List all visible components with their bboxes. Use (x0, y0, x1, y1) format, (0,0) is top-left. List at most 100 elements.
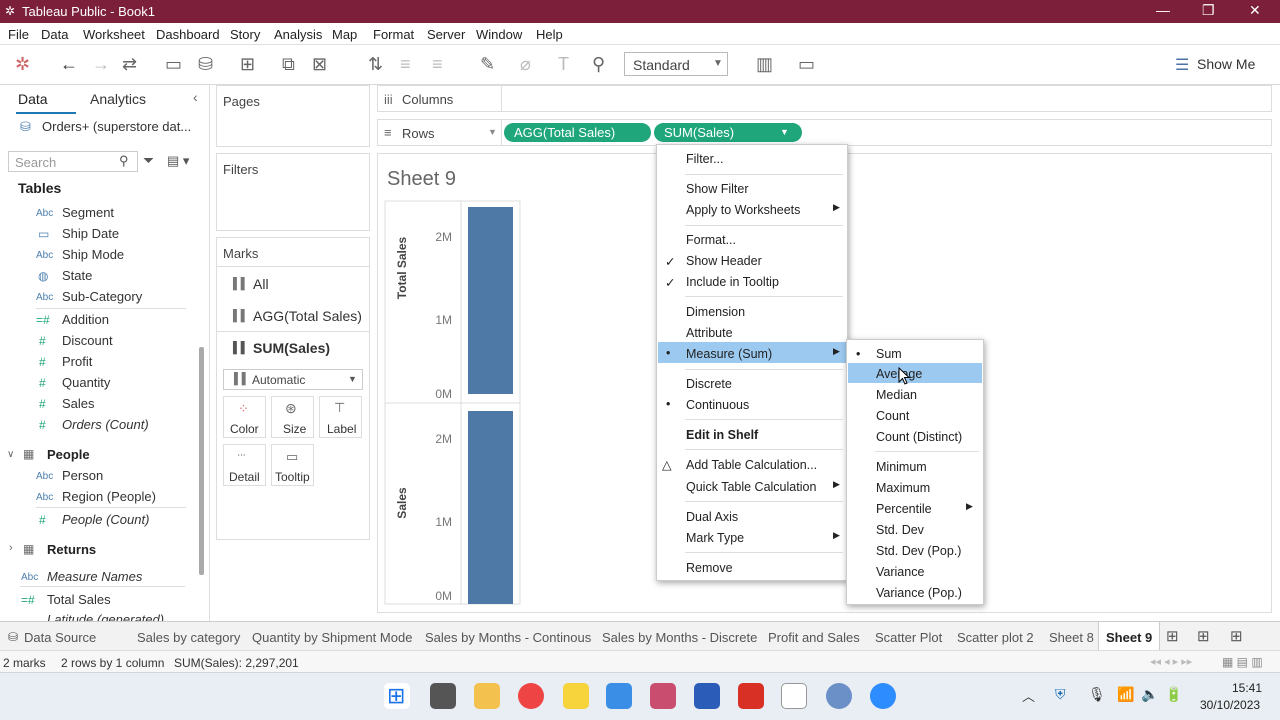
group-icon[interactable]: ⌀ (520, 54, 531, 75)
shield-icon[interactable]: ⛨ (1055, 686, 1066, 703)
menu-help[interactable]: Help (536, 27, 563, 42)
redo-icon[interactable]: → (92, 54, 110, 75)
field-ship-mode[interactable]: Ship Mode (62, 247, 124, 262)
paint-icon[interactable] (606, 683, 632, 709)
new-dashboard-icon[interactable]: ⊞ (1197, 627, 1210, 645)
field-latitude[interactable]: Latitude (generated) (47, 612, 164, 621)
field-sales[interactable]: Sales (62, 396, 95, 411)
r-icon[interactable] (826, 683, 852, 709)
menu-item-edit-in-shelf[interactable]: Edit in Shelf (686, 428, 758, 442)
submenu-item-minimum[interactable]: Minimum (876, 460, 927, 474)
tab-quantity-by-shipment-mode[interactable]: Quantity by Shipment Mode (252, 630, 412, 645)
label-button[interactable]: ⊤ Label (319, 396, 362, 438)
menu-item-continuous[interactable]: Continuous (686, 398, 749, 412)
clear-sheet-icon[interactable]: ⊠ (312, 54, 327, 75)
filter-icon[interactable]: ⏷ (143, 152, 154, 169)
sort-ascending-icon[interactable]: ≡ (400, 54, 411, 75)
menu-item-show-filter[interactable]: Show Filter (686, 182, 749, 196)
word-icon[interactable] (694, 683, 720, 709)
duplicate-icon[interactable]: ⧉ (282, 54, 295, 75)
field-measure-names[interactable]: Measure Names (47, 569, 142, 584)
maximize-icon[interactable]: ❐ (1202, 2, 1215, 19)
pill-sum-sales[interactable]: SUM(Sales) ▼ (654, 123, 802, 142)
menu-item-attribute[interactable]: Attribute (686, 326, 733, 340)
tab-analytics[interactable]: Analytics (90, 91, 146, 107)
field-ship-date[interactable]: Ship Date (62, 226, 119, 241)
tab-sales-by-months-continous[interactable]: Sales by Months - Continous (425, 630, 591, 645)
microphone-icon[interactable]: 🎙 (1088, 686, 1106, 703)
tab-sales-by-category[interactable]: Sales by category (137, 630, 240, 645)
tab-sheet-8[interactable]: Sheet 8 (1049, 630, 1094, 645)
field-quantity[interactable]: Quantity (62, 375, 110, 390)
wifi-icon[interactable]: 📶 (1117, 686, 1134, 703)
view-options-icon[interactable]: ▤ ▾ (167, 153, 189, 169)
pin-icon[interactable]: ⚲ (592, 54, 605, 75)
tab-data[interactable]: Data (18, 91, 48, 107)
pill-agg-total-sales[interactable]: AGG(Total Sales) (504, 123, 651, 142)
new-worksheet-icon[interactable]: ⊞ (240, 54, 255, 75)
filters-card[interactable]: Filters (216, 153, 370, 231)
table-returns[interactable]: Returns (47, 542, 96, 557)
submenu-item-count-distinct[interactable]: Count (Distinct) (876, 430, 962, 444)
field-addition[interactable]: Addition (62, 312, 109, 327)
field-people-count[interactable]: People (Count) (62, 512, 149, 527)
fit-dropdown[interactable]: Standard ▼ (624, 52, 728, 76)
task-view-icon[interactable] (430, 683, 456, 709)
field-sub-category[interactable]: Sub-Category (62, 289, 142, 304)
field-state[interactable]: State (62, 268, 92, 283)
submenu-item-variance[interactable]: Variance (876, 565, 924, 579)
tooltip-button[interactable]: ▭ Tooltip (271, 444, 314, 486)
tab-scatter-plot-2[interactable]: Scatter plot 2 (957, 630, 1034, 645)
menu-file[interactable]: File (8, 27, 29, 42)
tableau-icon[interactable]: ✲ (15, 54, 30, 75)
collapse-arrow-icon[interactable]: › (9, 542, 13, 554)
expand-icon[interactable]: ∨ (7, 449, 14, 460)
new-worksheet-icon[interactable]: ⊞ (1166, 627, 1179, 645)
menu-map[interactable]: Map (332, 27, 357, 42)
tab-sheet-9[interactable]: Sheet 9 (1106, 630, 1152, 645)
windows-start-icon[interactable]: ⊞ (384, 683, 410, 709)
submenu-item-count[interactable]: Count (876, 409, 909, 423)
columns-shelf[interactable]: iii Columns (377, 85, 1272, 112)
chevron-up-icon[interactable]: ︿ (1022, 686, 1035, 705)
submenu-item-sum[interactable]: Sum (876, 347, 902, 361)
field-segment[interactable]: Segment (62, 205, 114, 220)
undo-icon[interactable]: ← (60, 54, 78, 75)
color-button[interactable]: ⁘ Color (223, 396, 266, 438)
show-cards-icon[interactable]: ▥ (756, 54, 773, 75)
labels-icon[interactable]: T (558, 54, 569, 75)
save-icon[interactable]: ▭ (165, 54, 182, 75)
menu-server[interactable]: Server (427, 27, 465, 42)
marks-sum-sales[interactable]: SUM(Sales) (253, 340, 330, 356)
sort-descending-icon[interactable]: ≡ (432, 54, 443, 75)
bar-total-sales[interactable] (468, 207, 513, 394)
bar-sales[interactable] (468, 411, 513, 604)
field-region-people[interactable]: Region (People) (62, 489, 156, 504)
chevron-down-icon[interactable]: ▼ (488, 127, 497, 137)
field-discount[interactable]: Discount (62, 333, 113, 348)
scrollbar[interactable] (199, 347, 204, 575)
field-orders-count[interactable]: Orders (Count) (62, 417, 149, 432)
battery-icon[interactable]: 🔋 (1165, 686, 1182, 703)
submenu-item-median[interactable]: Median (876, 388, 917, 402)
marks-all[interactable]: All (253, 276, 269, 292)
field-total-sales[interactable]: Total Sales (47, 592, 111, 607)
menu-item-add-table-calculation[interactable]: Add Table Calculation... (686, 458, 817, 472)
menu-item-discrete[interactable]: Discrete (686, 377, 732, 391)
menu-item-filter[interactable]: Filter... (686, 152, 724, 166)
menu-item-show-header[interactable]: Show Header (686, 254, 762, 268)
tab-sales-by-months-discrete[interactable]: Sales by Months - Discrete (602, 630, 757, 645)
presentation-icon[interactable]: ▭ (798, 54, 815, 75)
close-icon[interactable]: ✕ (1249, 2, 1261, 19)
sticky-notes-icon[interactable] (563, 683, 589, 709)
submenu-item-std-dev-pop[interactable]: Std. Dev (Pop.) (876, 544, 961, 558)
zoom-icon[interactable] (870, 683, 896, 709)
pages-card[interactable]: Pages (216, 85, 370, 147)
menu-dashboard[interactable]: Dashboard (156, 27, 220, 42)
clock-time[interactable]: 15:41 (1232, 681, 1262, 695)
tableau-taskbar-icon[interactable] (781, 683, 807, 709)
tab-data-source[interactable]: Data Source (24, 630, 96, 645)
detail-button[interactable]: ᐧᐧᐧ Detail (223, 444, 266, 486)
menu-item-dimension[interactable]: Dimension (686, 305, 745, 319)
speaker-icon[interactable]: 🔈 (1141, 686, 1158, 703)
